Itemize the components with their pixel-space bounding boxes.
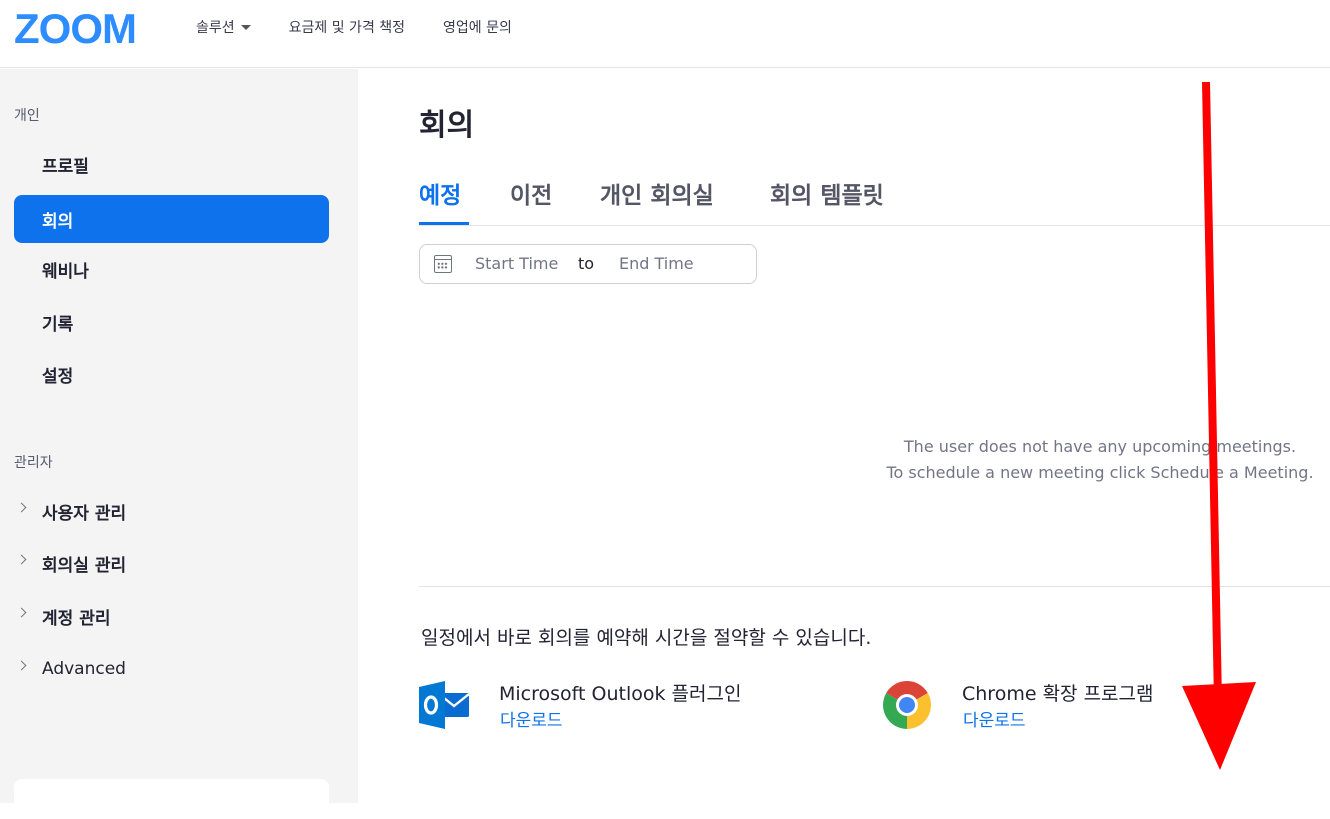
outlook-download-link[interactable]: 다운로드: [500, 706, 563, 731]
sidebar-item-settings[interactable]: 설정: [14, 350, 329, 398]
tab-personal-room[interactable]: 개인 회의실: [600, 176, 714, 210]
sidebar: 개인 프로필 회의 웨비나 기록 설정 관리자 사용자 관리 회의실 관리 계정…: [0, 69, 358, 819]
main-nav: 솔루션 요금제 및 가격 책정 영업에 문의: [196, 0, 550, 54]
chevron-right-icon: [16, 554, 27, 565]
empty-state-message: The user does not have any upcoming meet…: [870, 434, 1330, 486]
meeting-tabs: 예정 이전 개인 회의실 회의 템플릿: [419, 172, 1330, 226]
date-range-separator: to: [578, 254, 595, 273]
nav-pricing-link[interactable]: 요금제 및 가격 책정: [289, 17, 405, 37]
active-tab-indicator: [419, 222, 469, 225]
personal-section-label: 개인: [14, 108, 40, 124]
section-divider: [419, 586, 1330, 587]
chevron-right-icon: [16, 502, 27, 513]
sidebar-item-user-management[interactable]: 사용자 관리: [14, 487, 329, 535]
sidebar-item-meetings[interactable]: 회의: [14, 195, 329, 243]
chevron-right-icon: [16, 660, 27, 671]
sidebar-item-label: 사용자 관리: [42, 503, 127, 524]
chrome-download-link[interactable]: 다운로드: [963, 706, 1026, 731]
tab-upcoming[interactable]: 예정: [419, 176, 461, 210]
chrome-extension-name: Chrome 확장 프로그램: [962, 683, 1154, 705]
sidebar-item-label: 계정 관리: [42, 608, 111, 629]
chevron-right-icon: [16, 607, 27, 618]
empty-state-line-1: The user does not have any upcoming meet…: [903, 437, 1297, 456]
sidebar-item-recordings[interactable]: 기록: [14, 298, 329, 346]
top-navigation-bar: ZOOM 솔루션 요금제 및 가격 책정 영업에 문의: [0, 0, 1330, 68]
tab-previous[interactable]: 이전: [510, 176, 552, 210]
start-time-input[interactable]: Start Time: [475, 254, 558, 273]
empty-state-line-2: To schedule a new meeting click Schedule…: [886, 463, 1314, 482]
sidebar-item-label: 회의실 관리: [42, 555, 127, 576]
zoom-logo[interactable]: ZOOM: [14, 8, 137, 50]
nav-solutions-label: 솔루션: [196, 20, 235, 36]
calendar-promo-text: 일정에서 바로 회의를 예약해 시간을 절약할 수 있습니다.: [421, 627, 872, 649]
page-title: 회의: [419, 108, 475, 143]
chrome-icon: [883, 681, 931, 729]
admin-section-label: 관리자: [14, 455, 53, 471]
sidebar-item-profile[interactable]: 프로필: [14, 140, 329, 188]
sidebar-item-label: Advanced: [42, 659, 126, 679]
sidebar-item-account-management[interactable]: 계정 관리: [14, 592, 329, 640]
sidebar-item-webinars[interactable]: 웨비나: [14, 245, 329, 293]
end-time-input[interactable]: End Time: [619, 254, 694, 273]
date-range-picker[interactable]: Start Time to End Time: [419, 244, 757, 284]
nav-solutions-dropdown[interactable]: 솔루션: [196, 17, 251, 37]
sidebar-bottom-card: [14, 779, 329, 819]
tab-meeting-templates[interactable]: 회의 템플릿: [770, 176, 884, 210]
outlook-plugin-name: Microsoft Outlook 플러그인: [499, 683, 742, 705]
sidebar-item-room-management[interactable]: 회의실 관리: [14, 539, 329, 587]
sidebar-item-advanced[interactable]: Advanced: [14, 645, 329, 693]
nav-contact-sales-link[interactable]: 영업에 문의: [443, 17, 512, 37]
calendar-icon: [434, 255, 452, 273]
caret-down-icon: [240, 24, 251, 30]
outlook-icon: [419, 681, 470, 729]
